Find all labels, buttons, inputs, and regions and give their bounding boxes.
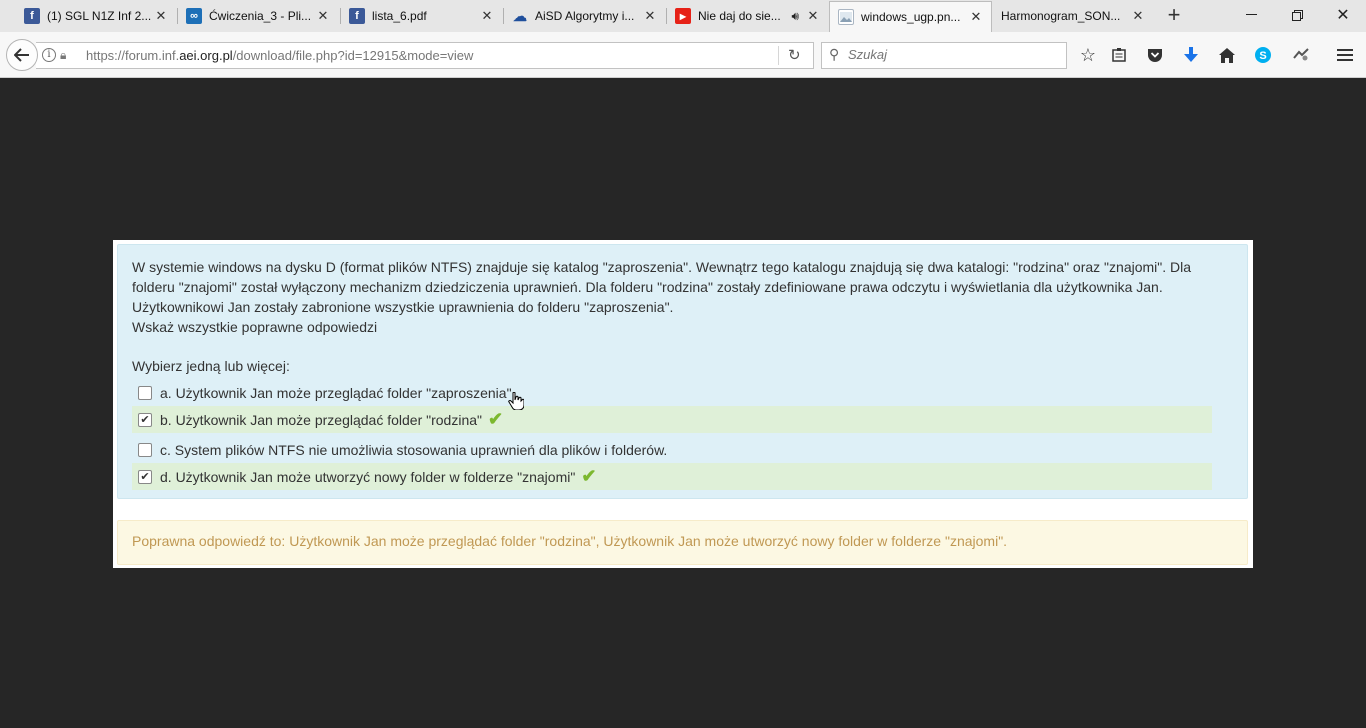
menu-icon[interactable]: [1334, 45, 1356, 65]
search-bar[interactable]: ⚲: [821, 42, 1067, 69]
cloud-icon: ☁: [513, 7, 527, 24]
reading-list-icon[interactable]: [1108, 45, 1130, 65]
bookmark-star-icon[interactable]: ☆: [1077, 45, 1099, 65]
close-icon[interactable]: ✕: [479, 8, 495, 24]
close-icon[interactable]: ✕: [642, 8, 658, 24]
quiz-image: W systemie windows na dysku D (format pl…: [113, 240, 1253, 568]
tab-title: lista_6.pdf: [372, 9, 427, 23]
skype-icon[interactable]: S: [1252, 45, 1274, 65]
new-tab-button[interactable]: +: [1162, 4, 1186, 28]
back-button[interactable]: [6, 39, 38, 71]
close-window-button[interactable]: ✕: [1320, 0, 1366, 30]
facebook-icon: f: [349, 8, 365, 24]
answer-label: d. Użytkownik Jan może utworzyć nowy fol…: [160, 468, 576, 485]
question-line: folderu "znajomi" został wyłączony mecha…: [132, 279, 1163, 295]
speaker-icon[interactable]: 🔊︎: [791, 9, 799, 24]
close-icon[interactable]: ✕: [1130, 8, 1146, 24]
svg-text:S: S: [1259, 50, 1266, 62]
answer-label: b. Użytkownik Jan może przeglądać folder…: [160, 411, 482, 428]
facebook-icon: f: [24, 8, 40, 24]
youtube-icon: ▶: [675, 8, 691, 24]
url-bar[interactable]: i 🔒︎ https://forum.inf.aei.org.pl/downlo…: [36, 42, 814, 69]
tab-strip: f (1) SGL N1Z Inf 2... ✕ ∞ Ćwiczenia_3 -…: [0, 0, 1366, 32]
answer-checkbox[interactable]: [138, 442, 152, 457]
reload-icon[interactable]: ↻: [788, 46, 801, 64]
tab-title: (1) SGL N1Z Inf 2...: [47, 9, 152, 23]
close-icon[interactable]: ✕: [805, 8, 821, 24]
tab-4[interactable]: ▶ Nie daj do sie... 🔊︎ ✕: [667, 0, 828, 32]
home-icon[interactable]: [1216, 45, 1238, 65]
correct-check-icon: ✔: [487, 409, 504, 429]
feedback-panel: Poprawna odpowiedź to: Użytkownik Jan mo…: [117, 520, 1248, 565]
info-icon[interactable]: i: [42, 48, 56, 62]
restore-button[interactable]: [1274, 0, 1320, 30]
answer-option-d[interactable]: ✔ d. Użytkownik Jan może utworzyć nowy f…: [132, 463, 1212, 490]
extension-icon[interactable]: [1290, 45, 1312, 65]
tab-title: windows_ugp.pn...: [861, 10, 961, 24]
tab-title: Nie daj do sie...: [698, 9, 781, 23]
answer-option-c[interactable]: c. System plików NTFS nie umożliwia stos…: [132, 436, 1212, 463]
answer-option-b[interactable]: ✔ b. Użytkownik Jan może przeglądać fold…: [132, 406, 1212, 433]
question-panel: W systemie windows na dysku D (format pl…: [117, 244, 1248, 499]
tab-3[interactable]: ☁ AiSD Algorytmy i... ✕: [504, 0, 665, 32]
feedback-text: Poprawna odpowiedź to: Użytkownik Jan mo…: [132, 533, 1008, 549]
navigation-bar: i 🔒︎ https://forum.inf.aei.org.pl/downlo…: [0, 32, 1366, 78]
tab-0[interactable]: f (1) SGL N1Z Inf 2... ✕: [16, 0, 176, 32]
tab-1[interactable]: ∞ Ćwiczenia_3 - Pli... ✕: [178, 0, 338, 32]
minimize-button[interactable]: [1228, 0, 1274, 30]
url-text[interactable]: https://forum.inf.aei.org.pl/download/fi…: [86, 48, 473, 63]
tab-title: Harmonogram_SON...: [1001, 9, 1121, 23]
question-line: W systemie windows na dysku D (format pl…: [132, 259, 1192, 275]
close-icon[interactable]: ✕: [968, 9, 984, 25]
image-icon: [838, 9, 854, 25]
hand-cursor-icon: [508, 391, 525, 415]
answer-checkbox-checked[interactable]: ✔: [138, 469, 152, 484]
question-line: Użytkownikowi Jan zostały zabronione wsz…: [132, 299, 674, 315]
lock-warning-icon[interactable]: 🔒︎: [60, 48, 66, 63]
answer-label: a. Użytkownik Jan może przeglądać folder…: [160, 384, 516, 401]
owncloud-icon: ∞: [186, 8, 202, 24]
tab-title: Ćwiczenia_3 - Pli...: [209, 9, 312, 23]
search-icon: ⚲: [829, 46, 840, 62]
tab-title: AiSD Algorytmy i...: [535, 9, 635, 23]
answer-option-a[interactable]: a. Użytkownik Jan może przeglądać folder…: [132, 379, 1212, 406]
correct-check-icon: ✔: [581, 466, 597, 486]
answer-label: c. System plików NTFS nie umożliwia stos…: [160, 441, 668, 458]
answer-checkbox-checked[interactable]: ✔: [138, 412, 152, 427]
tab-2[interactable]: f lista_6.pdf ✕: [341, 0, 502, 32]
answer-checkbox[interactable]: [138, 385, 152, 400]
close-icon[interactable]: ✕: [153, 8, 169, 24]
question-line: Wskaż wszystkie poprawne odpowiedzi: [132, 319, 378, 335]
search-input[interactable]: [848, 47, 1058, 62]
tab-6[interactable]: Harmonogram_SON... ✕: [993, 0, 1153, 32]
pocket-icon[interactable]: [1144, 45, 1166, 65]
question-text: W systemie windows na dysku D (format pl…: [132, 257, 1222, 337]
tab-5-active[interactable]: windows_ugp.pn... ✕: [829, 1, 992, 32]
close-icon[interactable]: ✕: [315, 8, 331, 24]
download-icon[interactable]: [1180, 45, 1202, 65]
answer-prompt: Wybierz jedną lub więcej:: [132, 358, 290, 374]
